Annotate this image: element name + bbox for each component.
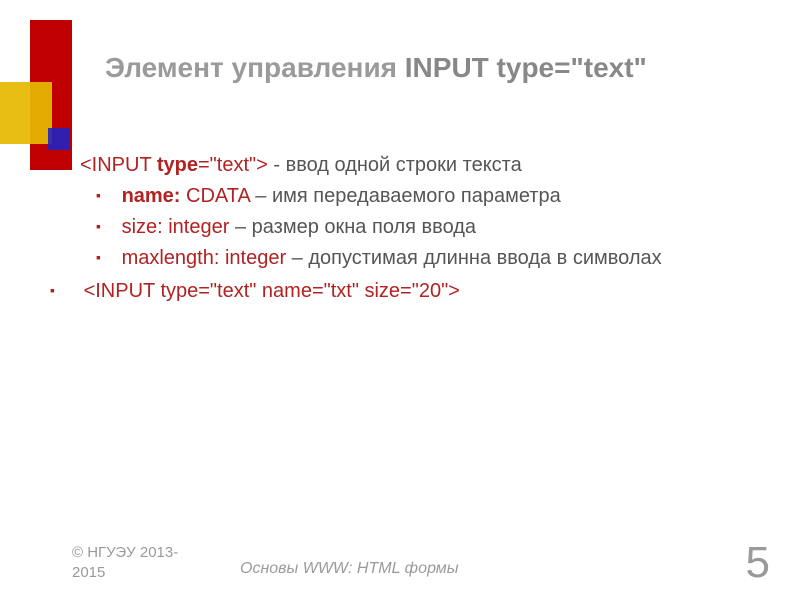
footer-copyright: © НГУЭУ 2013- 2015 bbox=[72, 543, 178, 582]
tag-open: <INPUT type="text"> bbox=[80, 154, 268, 176]
example-line: <INPUT type="text" name="txt" size="20"> bbox=[50, 276, 760, 307]
input-def-desc: - ввод одной строки текста bbox=[268, 154, 522, 176]
title-prefix: Элемент управления bbox=[105, 52, 405, 83]
input-def-line: <INPUT type="text"> - ввод одной строки … bbox=[80, 150, 760, 181]
footer-subtitle: Основы WWW: HTML формы bbox=[240, 560, 459, 578]
decoration-yellow-block bbox=[0, 82, 52, 144]
title-bold: INPUT type="text" bbox=[405, 52, 647, 83]
attributes-list: name: CDATA – имя передаваемого параметр… bbox=[96, 181, 760, 274]
example-code: <INPUT type="text" name="txt" size="20"> bbox=[84, 280, 460, 302]
slide-body: <INPUT type="text"> - ввод одной строки … bbox=[60, 150, 760, 307]
attr-maxlength: maxlength: integer – допустимая длинна в… bbox=[96, 243, 760, 274]
attr-size: size: integer – размер окна поля ввода bbox=[96, 212, 760, 243]
example-code-item: <INPUT type="text" name="txt" size="20"> bbox=[50, 276, 760, 307]
slide-title: Элемент управления INPUT type="text" bbox=[105, 52, 647, 84]
decoration-blue-block bbox=[48, 128, 70, 150]
page-number: 5 bbox=[746, 538, 770, 588]
attr-name: name: CDATA – имя передаваемого параметр… bbox=[96, 181, 760, 212]
